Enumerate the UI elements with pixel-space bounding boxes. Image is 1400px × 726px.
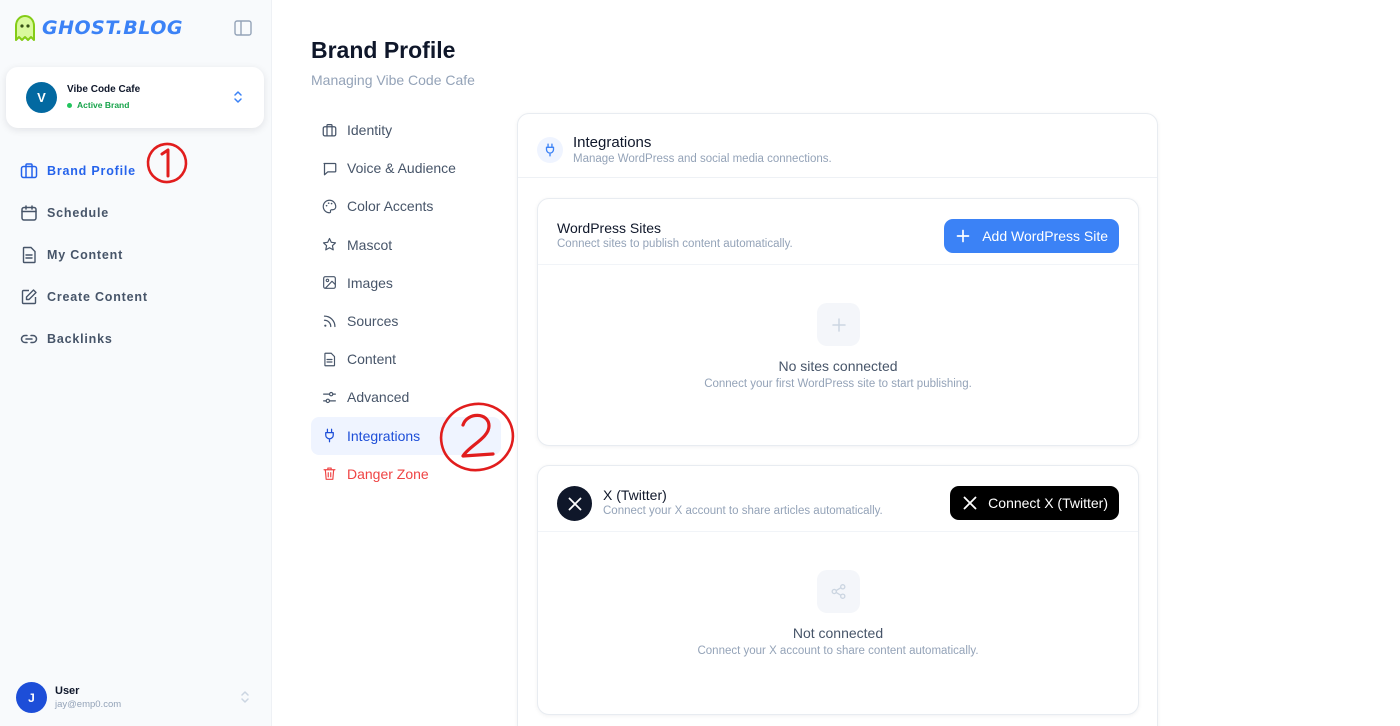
- subnav-item-mascot[interactable]: Mascot: [311, 226, 501, 264]
- profile-subnav: Identity Voice & Audience Color Accents …: [311, 111, 501, 493]
- wordpress-empty-description: Connect your first WordPress site to sta…: [704, 378, 972, 390]
- sliders-icon: [323, 391, 336, 403]
- integrations-title: Integrations: [573, 134, 652, 151]
- subnav-item-label: Advanced: [347, 389, 410, 406]
- user-avatar: J: [16, 682, 47, 713]
- x-logo-icon: [557, 486, 592, 521]
- subnav-item-label: Images: [347, 274, 393, 291]
- subnav-item-label: Voice & Audience: [347, 160, 456, 177]
- wordpress-card-header: WordPress Sites Connect sites to publish…: [538, 199, 1138, 265]
- wordpress-card: WordPress Sites Connect sites to publish…: [537, 198, 1139, 446]
- twitter-title: X (Twitter): [603, 487, 667, 503]
- chevron-updown-icon[interactable]: [239, 689, 251, 705]
- file-icon: [324, 352, 336, 367]
- image-icon: [323, 276, 336, 290]
- trash-icon: [323, 467, 336, 481]
- wordpress-description: Connect sites to publish content automat…: [557, 238, 793, 250]
- file-icon: [22, 246, 36, 264]
- palette-icon: [322, 199, 337, 214]
- plus-icon: [956, 229, 970, 243]
- sidebar-item-label: Create Content: [47, 290, 148, 304]
- sidebar-item-label: Brand Profile: [47, 164, 136, 178]
- sidebar-collapse-icon[interactable]: [234, 20, 252, 36]
- integrations-panel: Integrations Manage WordPress and social…: [517, 113, 1158, 726]
- sidebar-item-backlinks[interactable]: Backlinks: [20, 318, 148, 360]
- message-icon: [323, 162, 337, 176]
- x-logo-icon: [963, 496, 977, 510]
- twitter-card: X (Twitter) Connect your X account to sh…: [537, 465, 1139, 715]
- calendar-icon: [21, 205, 37, 221]
- twitter-description: Connect your X account to share articles…: [603, 505, 883, 517]
- user-name: User: [55, 685, 80, 697]
- plug-icon: [325, 428, 334, 443]
- share-icon: [817, 570, 860, 613]
- briefcase-icon: [20, 163, 38, 179]
- briefcase-icon: [322, 123, 337, 137]
- integrations-description: Manage WordPress and social media connec…: [573, 153, 832, 165]
- subnav-item-voice-audience[interactable]: Voice & Audience: [311, 149, 501, 187]
- subnav-item-label: Integrations: [347, 427, 421, 444]
- subnav-item-images[interactable]: Images: [311, 264, 501, 302]
- twitter-empty-title: Not connected: [792, 625, 884, 641]
- sidebar-item-create-content[interactable]: Create Content: [20, 276, 148, 318]
- subnav-item-label: Color Accents: [347, 198, 434, 215]
- wordpress-title: WordPress Sites: [557, 220, 661, 236]
- link-icon: [20, 334, 38, 344]
- sidebar-nav: Brand Profile Schedule My Content Create…: [20, 150, 148, 360]
- subnav-item-sources[interactable]: Sources: [311, 302, 501, 340]
- subnav-item-color-accents[interactable]: Color Accents: [311, 187, 501, 225]
- subnav-item-integrations[interactable]: Integrations: [311, 416, 501, 455]
- subnav-item-label: Content: [347, 351, 397, 368]
- subnav-item-danger-zone[interactable]: Danger Zone: [311, 455, 501, 493]
- brand-avatar: V: [26, 82, 57, 113]
- page-title: Brand Profile: [311, 37, 456, 63]
- subnav-item-label: Sources: [347, 313, 399, 330]
- rss-icon: [323, 314, 336, 327]
- brand-name: Vibe Code Cafe: [67, 84, 141, 95]
- connect-x-label: Connect X (Twitter): [988, 495, 1108, 511]
- brand-status-label: Active Brand: [77, 100, 130, 110]
- sidebar-item-label: Backlinks: [47, 332, 113, 346]
- brand-switcher[interactable]: V Vibe Code Cafe Active Brand: [6, 67, 264, 128]
- add-wordpress-site-button[interactable]: Add WordPress Site: [944, 219, 1119, 253]
- subnav-item-advanced[interactable]: Advanced: [311, 378, 501, 416]
- plus-icon: [817, 303, 860, 346]
- sidebar-item-label: Schedule: [47, 206, 109, 220]
- app-logo[interactable]: GHOST.BLOG: [12, 14, 183, 42]
- logo-text: GHOST.BLOG: [42, 17, 183, 39]
- brand-status: Active Brand: [67, 100, 129, 110]
- sidebar-item-my-content[interactable]: My Content: [20, 234, 148, 276]
- chevron-updown-icon: [234, 91, 242, 103]
- subnav-item-label: Danger Zone: [347, 465, 429, 482]
- sidebar: GHOST.BLOG V Vibe Code Cafe Active Brand…: [0, 0, 272, 726]
- edit-icon: [21, 289, 37, 305]
- connect-x-button[interactable]: Connect X (Twitter): [950, 486, 1119, 520]
- page-subtitle: Managing Vibe Code Cafe: [311, 72, 475, 88]
- status-dot-icon: [67, 102, 72, 108]
- ghost-icon: [15, 15, 35, 41]
- star-icon: [322, 238, 337, 251]
- subnav-item-content[interactable]: Content: [311, 340, 501, 378]
- user-email: jay@emp0.com: [55, 699, 122, 710]
- twitter-empty-description: Connect your X account to share content …: [697, 645, 979, 657]
- sidebar-item-label: My Content: [47, 248, 124, 262]
- user-menu[interactable]: J User jay@emp0.com: [16, 682, 121, 713]
- integrations-header: Integrations Manage WordPress and social…: [518, 114, 1157, 178]
- sidebar-item-schedule[interactable]: Schedule: [20, 192, 148, 234]
- subnav-item-identity[interactable]: Identity: [311, 111, 501, 149]
- subnav-item-label: Identity: [347, 122, 393, 139]
- add-wordpress-site-label: Add WordPress Site: [982, 228, 1108, 244]
- subnav-item-label: Mascot: [347, 236, 393, 253]
- plug-icon: [537, 137, 563, 163]
- twitter-card-header: X (Twitter) Connect your X account to sh…: [538, 466, 1138, 532]
- sidebar-item-brand-profile[interactable]: Brand Profile: [20, 150, 148, 192]
- wordpress-empty-title: No sites connected: [778, 358, 898, 374]
